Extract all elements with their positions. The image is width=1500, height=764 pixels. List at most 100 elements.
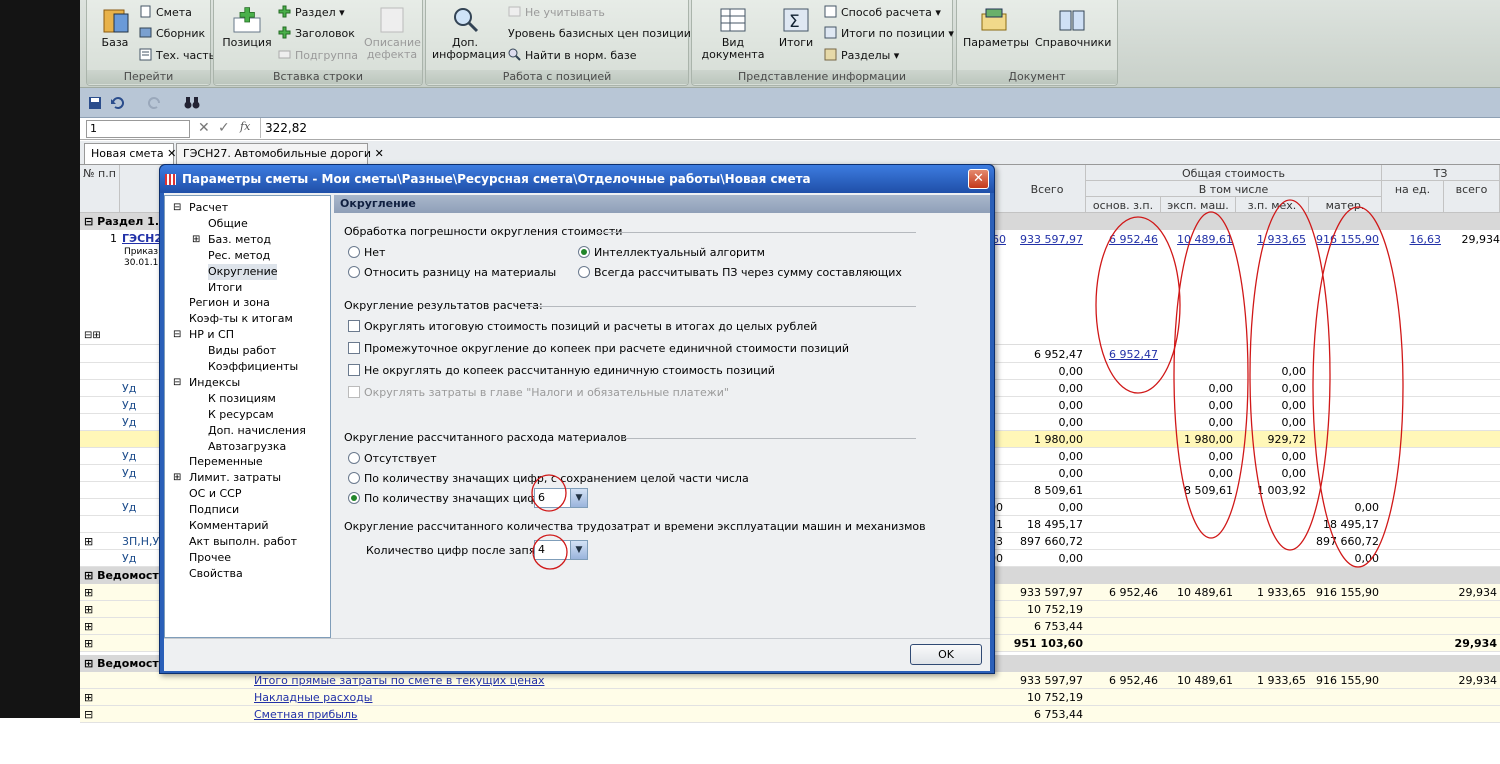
expand-icon[interactable]: ⊞ — [192, 232, 200, 248]
tab-new-smeta[interactable]: Новая смета ✕ — [84, 143, 176, 164]
radio-button-selected[interactable] — [578, 246, 590, 258]
subgroup-button[interactable]: Подгруппа — [278, 47, 358, 65]
tree-item[interactable]: К ресурсам — [208, 407, 274, 423]
close-icon[interactable]: ✕ — [968, 169, 989, 189]
save-icon[interactable] — [88, 96, 102, 110]
collection-button[interactable]: Сборник — [139, 25, 205, 43]
expand-icon[interactable]: ⊞ — [84, 657, 93, 670]
cell-reference-box[interactable]: 1 — [86, 120, 190, 138]
expand-icon[interactable]: ⊞ — [84, 584, 98, 601]
totals-button[interactable]: Σ Итоги — [776, 6, 816, 49]
tree-item[interactable]: Индексы — [189, 375, 240, 391]
redo-icon[interactable] — [148, 96, 162, 110]
additional-info-button[interactable]: Доп. информация — [432, 6, 506, 61]
collapse-icon[interactable]: ⊟ — [173, 327, 181, 343]
tree-item[interactable]: Подписи — [189, 502, 239, 518]
expand-icon[interactable]: ⊞ — [84, 533, 98, 550]
tree-item[interactable]: Лимит. затраты — [189, 470, 281, 486]
position-code[interactable]: ГЭСН2 — [122, 232, 162, 245]
exclude-button[interactable]: Не учитывать — [508, 4, 605, 22]
expand-icon[interactable]: ⊞ — [84, 601, 98, 618]
smeta-button[interactable]: Смета — [139, 4, 192, 22]
tree-item[interactable]: Коэффициенты — [208, 359, 298, 375]
radio-button[interactable] — [348, 452, 360, 464]
cell-zpmeh[interactable]: 1 933,65 — [1236, 233, 1309, 246]
radio-pz[interactable]: Всегда рассчитывать ПЗ через сумму соста… — [578, 265, 902, 281]
tree-item[interactable]: Баз. метод — [208, 232, 271, 248]
expand-icon[interactable]: ⊞ — [84, 635, 98, 652]
checkbox[interactable] — [348, 364, 360, 376]
function-icon[interactable]: fx — [240, 120, 250, 133]
tree-item[interactable]: К позициям — [208, 391, 276, 407]
radio-intelligent[interactable]: Интеллектуальный алгоритм — [578, 245, 765, 261]
expand-icon[interactable]: ⊞ — [173, 470, 181, 486]
tree-item[interactable]: ОС и ССР — [189, 486, 241, 502]
radio-significant-keep-int[interactable]: По количеству значащих цифр, с сохранени… — [348, 471, 749, 487]
significant-digits-select[interactable]: 6 ▼ — [534, 488, 588, 508]
tree-item[interactable]: Рес. метод — [208, 248, 270, 264]
confirm-icon[interactable]: ✓ — [218, 120, 230, 136]
expand-icon[interactable]: ⊞ — [84, 618, 98, 635]
tree-item[interactable]: Округление — [208, 263, 278, 280]
checkbox[interactable] — [348, 320, 360, 332]
cell-per-unit[interactable]: 16,63 — [1382, 233, 1444, 246]
parameters-button[interactable]: Параметры — [963, 6, 1029, 49]
tree-item[interactable]: Итоги — [208, 280, 242, 296]
tree-item[interactable]: Свойства — [189, 566, 243, 582]
ok-button[interactable]: OK — [910, 644, 982, 665]
reference-books-button[interactable]: Справочники — [1035, 6, 1111, 49]
price-level-button[interactable]: Уровень базисных цен позиции ▾ — [508, 25, 700, 43]
tree-item[interactable]: Акт выполн. работ — [189, 534, 297, 550]
section-button[interactable]: Раздел ▾ — [278, 4, 345, 22]
radio-significant[interactable]: По количеству значащих цифр: — [348, 491, 548, 507]
cell-vsego[interactable]: 933 597,97 — [1009, 233, 1086, 246]
tech-part-button[interactable]: Тех. часть — [139, 47, 215, 65]
expand-icon[interactable]: ⊞ — [84, 569, 93, 582]
collapse-icon[interactable]: ⊟ — [84, 706, 98, 723]
collapse-icon[interactable]: ⊟ — [173, 375, 181, 391]
radio-button[interactable] — [348, 472, 360, 484]
radio-button[interactable] — [578, 266, 590, 278]
position-button[interactable]: Позиция — [222, 6, 272, 49]
cell-eksp[interactable]: 10 489,61 — [1161, 233, 1236, 246]
check-intermediate[interactable]: Промежуточное округление до копеек при р… — [348, 341, 849, 357]
base-button[interactable]: База — [93, 6, 137, 49]
tree-item[interactable]: Доп. начисления — [208, 423, 306, 439]
sections-button[interactable]: Разделы ▾ — [824, 47, 899, 65]
position-totals-button[interactable]: Итоги по позиции ▾ — [824, 25, 954, 43]
tree-item[interactable]: НР и СП — [189, 327, 234, 343]
checkbox-disabled[interactable] — [348, 386, 360, 398]
tree-item[interactable]: Регион и зона — [189, 295, 270, 311]
document-view-button[interactable]: Вид документа — [698, 6, 768, 61]
expand-icon[interactable]: ⊟⊞ — [84, 330, 101, 341]
defect-description-button[interactable]: Описание дефекта — [364, 6, 421, 61]
formula-input[interactable]: 322,82 — [260, 118, 1490, 138]
expand-icon[interactable]: ⊞ — [84, 689, 98, 706]
tree-item[interactable]: Расчет — [189, 200, 228, 216]
chevron-down-icon[interactable]: ▼ — [570, 489, 587, 507]
header-button[interactable]: Заголовок — [278, 25, 355, 43]
collapse-icon[interactable]: ⊟ — [84, 215, 93, 228]
tree-item[interactable]: Автозагрузка — [208, 439, 286, 455]
tree-item[interactable]: Переменные — [189, 454, 263, 470]
radio-absent[interactable]: Отсутствует — [348, 451, 437, 467]
close-icon[interactable]: ✕ — [375, 147, 384, 160]
tree-item[interactable]: Общие — [208, 216, 248, 232]
binoculars-icon[interactable] — [184, 95, 200, 110]
check-no-round[interactable]: Не округлять до копеек рассчитанную един… — [348, 363, 775, 379]
cancel-icon[interactable]: ✕ — [198, 120, 210, 136]
radio-button-selected[interactable] — [348, 492, 360, 504]
tree-item[interactable]: Комментарий — [189, 518, 269, 534]
cell-mater[interactable]: 916 155,90 — [1309, 233, 1382, 246]
check-taxes[interactable]: Округлять затраты в главе "Налоги и обяз… — [348, 385, 729, 401]
radio-none[interactable]: Нет — [348, 245, 385, 261]
tree-item[interactable]: Коэф-ты к итогам — [189, 311, 293, 327]
cell-osn[interactable]: 6 952,46 — [1086, 233, 1161, 246]
tab-gesn27[interactable]: ГЭСН27. Автомобильные дороги ✕ — [176, 143, 384, 164]
tree-item[interactable]: Виды работ — [208, 343, 276, 359]
radio-button[interactable] — [348, 246, 360, 258]
calc-method-button[interactable]: Способ расчета ▾ — [824, 4, 941, 22]
digits-after-point-select[interactable]: 4 ▼ — [534, 540, 588, 560]
radio-materials[interactable]: Относить разницу на материалы — [348, 265, 556, 281]
undo-icon[interactable] — [110, 96, 124, 110]
